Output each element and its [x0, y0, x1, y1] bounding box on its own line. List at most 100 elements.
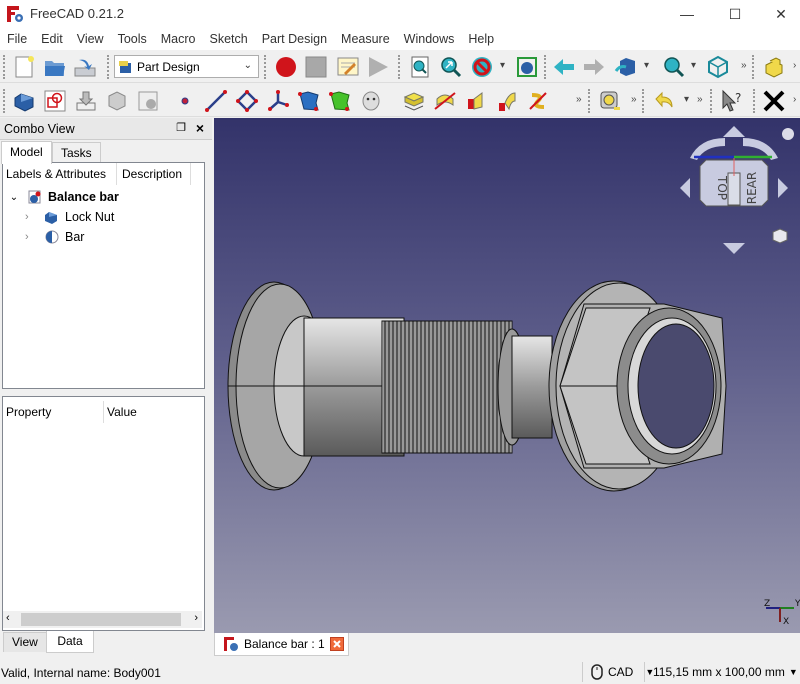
- bounding-box-button[interactable]: [513, 53, 541, 81]
- toolbar-overflow-icon[interactable]: »: [741, 60, 747, 71]
- clone-button[interactable]: [134, 87, 162, 115]
- menu-help[interactable]: Help: [461, 28, 501, 50]
- part-button[interactable]: [760, 53, 788, 81]
- create-body-button[interactable]: [10, 87, 38, 115]
- chevron-right-icon[interactable]: ›: [25, 211, 39, 223]
- scrollbar-thumb[interactable]: [21, 613, 181, 626]
- open-file-button[interactable]: [41, 53, 69, 81]
- view-menu-cube-icon[interactable]: [772, 228, 788, 244]
- menu-windows[interactable]: Windows: [397, 28, 462, 50]
- datum-point-button[interactable]: [171, 87, 199, 115]
- close-panel-icon[interactable]: ×: [196, 120, 204, 136]
- rotate-view-right[interactable]: [778, 178, 788, 198]
- dropdown-arrow-icon[interactable]: ▾: [500, 60, 505, 71]
- toolbar-grip[interactable]: [3, 89, 6, 113]
- chevron-right-icon[interactable]: ›: [25, 231, 39, 243]
- menu-edit[interactable]: Edit: [34, 28, 70, 50]
- undock-icon[interactable]: ❐: [176, 121, 186, 134]
- tab-tasks[interactable]: Tasks: [52, 142, 101, 164]
- toolbar-grip[interactable]: [3, 55, 6, 79]
- pad-button[interactable]: [400, 87, 428, 115]
- workbench-selector[interactable]: Part Design ⌄: [114, 55, 259, 78]
- macro-edit-button[interactable]: [334, 53, 362, 81]
- measure-button[interactable]: [596, 87, 624, 115]
- property-header[interactable]: Property: [3, 401, 104, 423]
- macro-record-button[interactable]: [272, 53, 300, 81]
- menu-measure[interactable]: Measure: [334, 28, 397, 50]
- tab-view[interactable]: View: [3, 632, 47, 652]
- toolbar-grip[interactable]: [107, 55, 110, 79]
- tree-header-description[interactable]: Description: [117, 163, 191, 185]
- toolbar-grip[interactable]: [753, 89, 756, 113]
- back-button[interactable]: [550, 53, 578, 81]
- sheep-button[interactable]: [357, 87, 385, 115]
- close-window-button[interactable]: ✕: [758, 0, 800, 28]
- shape-binder-button[interactable]: [72, 87, 100, 115]
- tree-item-bar[interactable]: › Bar: [25, 227, 84, 247]
- toolbar-overflow-icon[interactable]: ›: [793, 94, 796, 105]
- validate-sketch-button[interactable]: [295, 87, 323, 115]
- check-geometry-button[interactable]: [326, 87, 354, 115]
- subshape-binder-button[interactable]: [103, 87, 131, 115]
- value-header[interactable]: Value: [104, 401, 199, 423]
- nav-face-top[interactable]: TOP: [715, 175, 729, 200]
- fit-all-button[interactable]: [406, 53, 434, 81]
- menu-sketch[interactable]: Sketch: [203, 28, 255, 50]
- menu-part-design[interactable]: Part Design: [255, 28, 334, 50]
- toolbar-grip[interactable]: [398, 55, 401, 79]
- dropdown-arrow-icon[interactable]: ▾: [691, 60, 696, 71]
- rotate-up-arrow[interactable]: [723, 126, 745, 137]
- macro-run-button[interactable]: [364, 53, 392, 81]
- additive-pipe-button[interactable]: [493, 87, 521, 115]
- draw-style-button[interactable]: [468, 53, 496, 81]
- tab-data[interactable]: Data: [46, 631, 94, 653]
- toolbar-grip[interactable]: [264, 55, 267, 79]
- create-sketch-button[interactable]: [41, 87, 69, 115]
- maximize-button[interactable]: ☐: [712, 0, 758, 28]
- dropdown-arrow-icon[interactable]: ▾: [644, 60, 649, 71]
- undo-button[interactable]: [650, 87, 678, 115]
- toolbar-grip[interactable]: [752, 55, 755, 79]
- menu-tools[interactable]: Tools: [111, 28, 154, 50]
- rotate-view-left[interactable]: [680, 178, 690, 198]
- datum-plane-button[interactable]: [233, 87, 261, 115]
- chevron-down-icon[interactable]: ⌄: [3, 192, 25, 203]
- fit-selection-button[interactable]: [437, 53, 465, 81]
- local-cs-button[interactable]: [264, 87, 292, 115]
- scroll-left-icon[interactable]: ‹: [6, 612, 10, 624]
- dimension-readout[interactable]: 115,15 mm x 100,00 mm ▼: [644, 662, 798, 682]
- std-views-button[interactable]: [612, 53, 640, 81]
- revolution-button[interactable]: [431, 87, 459, 115]
- zoom-button[interactable]: [660, 53, 688, 81]
- new-file-button[interactable]: [11, 53, 39, 81]
- menu-macro[interactable]: Macro: [154, 28, 203, 50]
- menu-view[interactable]: View: [70, 28, 111, 50]
- dropdown-arrow-icon[interactable]: ▾: [684, 94, 689, 105]
- tree-item-balance-bar[interactable]: ⌄ Balance bar: [3, 187, 119, 207]
- close-tab-icon[interactable]: [329, 637, 344, 651]
- datum-line-button[interactable]: [202, 87, 230, 115]
- nav-face-rear[interactable]: REAR: [745, 172, 759, 204]
- isometric-view-button[interactable]: [704, 53, 732, 81]
- minimize-button[interactable]: —: [664, 0, 710, 28]
- toolbar-grip[interactable]: [588, 89, 591, 113]
- document-tab[interactable]: Balance bar : 1: [214, 633, 349, 656]
- toolbar-grip[interactable]: [710, 89, 713, 113]
- forward-button[interactable]: [580, 53, 608, 81]
- save-button[interactable]: [71, 53, 99, 81]
- menu-file[interactable]: File: [0, 28, 34, 50]
- additive-helix-button[interactable]: [524, 87, 552, 115]
- additive-loft-button[interactable]: [462, 87, 490, 115]
- scroll-right-icon[interactable]: ›: [194, 612, 198, 624]
- rotate-down-arrow[interactable]: [723, 243, 745, 254]
- toolbar-grip[interactable]: [642, 89, 645, 113]
- whats-this-button[interactable]: ?: [718, 87, 746, 115]
- toolbar-overflow-icon[interactable]: ›: [793, 60, 796, 71]
- close-all-button[interactable]: [760, 87, 788, 115]
- toolbar-overflow-icon[interactable]: »: [697, 94, 703, 105]
- toolbar-grip[interactable]: [544, 55, 547, 79]
- tree-item-lock-nut[interactable]: › Lock Nut: [25, 207, 114, 227]
- horizontal-scrollbar[interactable]: ‹ ›: [3, 611, 202, 628]
- nav-menu-icon[interactable]: [782, 128, 794, 140]
- tab-model[interactable]: Model: [1, 141, 52, 164]
